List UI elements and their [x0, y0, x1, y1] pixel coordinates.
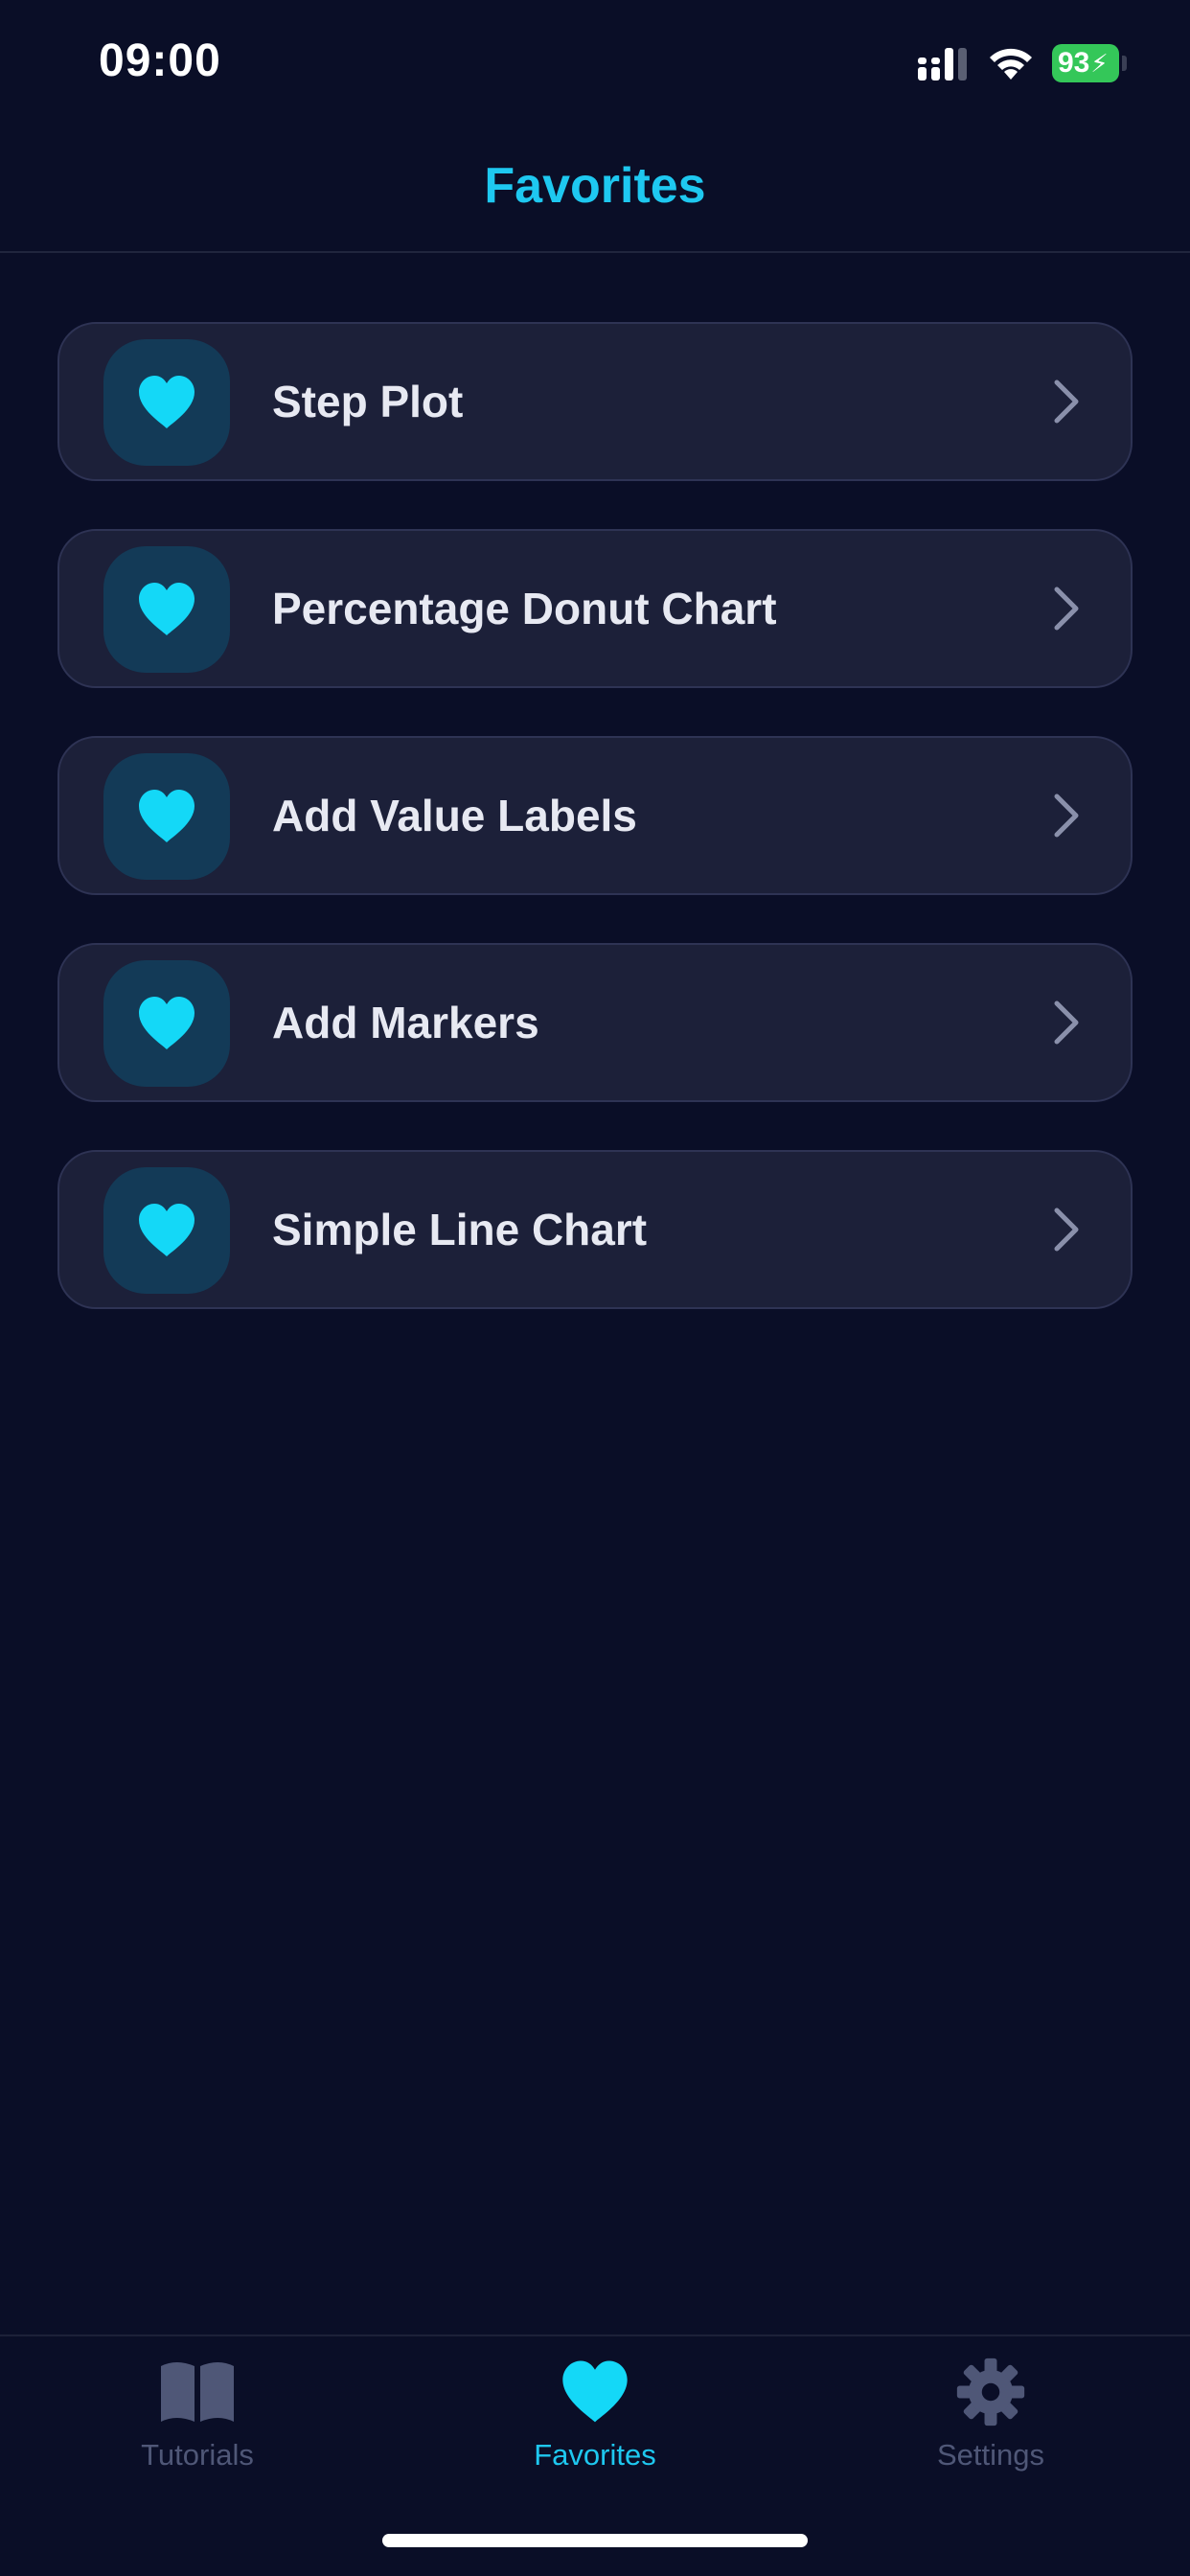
favorite-item-percentage-donut-chart[interactable]: Percentage Donut Chart [57, 529, 1133, 688]
tab-tutorials[interactable]: Tutorials [54, 2356, 341, 2490]
favorite-item-label: Add Markers [272, 998, 539, 1047]
chevron-right-icon [1054, 1000, 1079, 1045]
gear-icon [956, 2358, 1025, 2426]
status-time: 09:00 [99, 35, 221, 86]
chevron-right-icon [1054, 586, 1079, 631]
heart-icon [562, 2360, 628, 2423]
favorites-list: Step Plot Percentage Donut Chart Add Val… [57, 322, 1133, 1357]
favorite-item-label: Add Value Labels [272, 791, 637, 840]
favorite-item-add-markers[interactable]: Add Markers [57, 943, 1133, 1102]
favorite-item-step-plot[interactable]: Step Plot [57, 322, 1133, 481]
heart-icon [139, 997, 195, 1049]
favorite-icon-container [103, 1167, 230, 1294]
favorite-item-add-value-labels[interactable]: Add Value Labels [57, 736, 1133, 895]
tab-label: Settings [936, 2438, 1044, 2472]
page-title: Favorites [484, 158, 706, 214]
favorite-icon-container [103, 753, 230, 880]
battery-cap [1122, 56, 1127, 71]
favorite-icon-container [103, 546, 230, 673]
battery-level: 93 [1058, 47, 1090, 79]
home-indicator[interactable] [382, 2534, 808, 2547]
charging-bolt-icon: ⚡ [1090, 49, 1109, 78]
heart-icon [139, 1204, 195, 1256]
tab-favorites[interactable]: Favorites [451, 2356, 739, 2490]
heart-icon [139, 790, 195, 842]
chevron-right-icon [1054, 1208, 1079, 1252]
favorite-item-simple-line-chart[interactable]: Simple Line Chart [57, 1150, 1133, 1309]
favorite-item-label: Step Plot [272, 377, 464, 426]
tab-label: Favorites [534, 2438, 656, 2472]
battery-indicator: 93 ⚡ [1052, 44, 1119, 82]
favorite-item-label: Percentage Donut Chart [272, 584, 777, 633]
wifi-icon [990, 48, 1032, 80]
book-icon [161, 2362, 234, 2422]
heart-icon [139, 583, 195, 635]
chevron-right-icon [1054, 380, 1079, 424]
tab-label: Tutorials [141, 2438, 254, 2472]
favorite-icon-container [103, 960, 230, 1087]
heart-icon [139, 376, 195, 428]
cellular-signal-icon [918, 48, 967, 80]
favorite-item-label: Simple Line Chart [272, 1205, 648, 1254]
status-bar: 09:00 93 ⚡ [0, 0, 1190, 126]
chevron-right-icon [1054, 794, 1079, 838]
tab-settings[interactable]: Settings [847, 2356, 1134, 2490]
favorite-icon-container [103, 339, 230, 466]
nav-header: Favorites [0, 126, 1190, 253]
